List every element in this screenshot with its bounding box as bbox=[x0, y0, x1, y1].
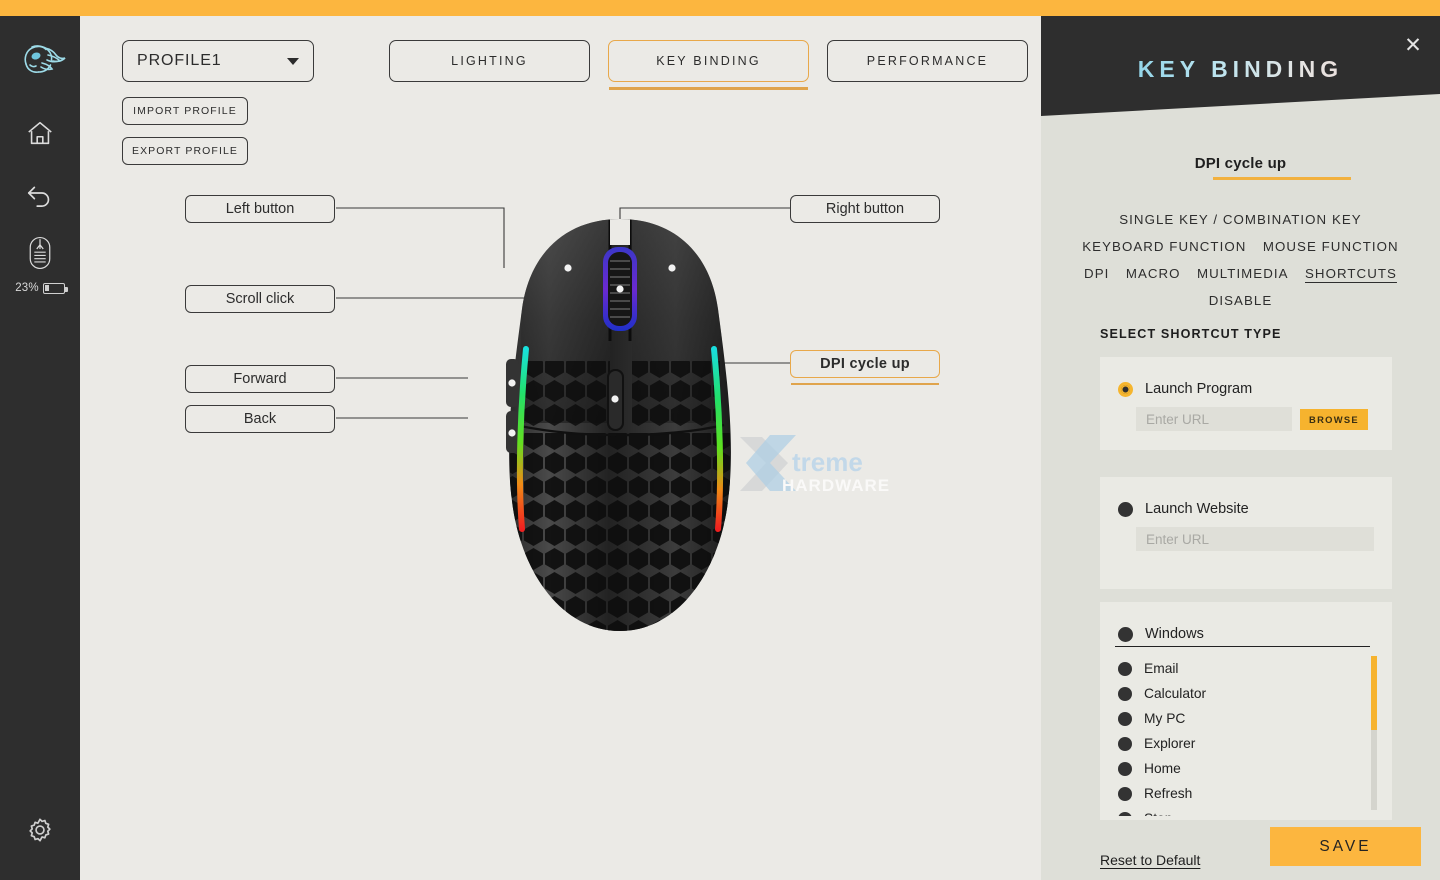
radio-row-launch-program[interactable]: Launch Program bbox=[1100, 357, 1392, 397]
main-workspace: PROFILE1 IMPORT PROFILE EXPORT PROFILE L… bbox=[80, 16, 1041, 880]
mouse-device-icon bbox=[27, 235, 53, 276]
windows-list-scroll-thumb[interactable] bbox=[1371, 656, 1377, 730]
sidebar-item-home[interactable] bbox=[17, 112, 63, 158]
battery-icon bbox=[42, 282, 68, 294]
label-windows: Windows bbox=[1145, 626, 1204, 642]
radio-row-windows[interactable]: Windows bbox=[1100, 602, 1392, 642]
close-icon[interactable]: ✕ bbox=[1400, 32, 1426, 58]
list-item-label: Refresh bbox=[1144, 786, 1193, 801]
windows-list-scrollbar[interactable] bbox=[1371, 656, 1377, 810]
radio-stop[interactable] bbox=[1118, 811, 1132, 816]
gear-icon bbox=[25, 815, 55, 850]
launch-website-url-input[interactable] bbox=[1136, 527, 1374, 551]
list-item[interactable]: Home bbox=[1118, 756, 1374, 781]
list-item-label: My PC bbox=[1144, 711, 1186, 726]
sidebar-item-settings[interactable] bbox=[18, 810, 62, 854]
left-sidebar: 23% bbox=[0, 16, 80, 880]
list-item-label: Calculator bbox=[1144, 686, 1207, 701]
current-binding-name: DPI cycle up bbox=[1194, 155, 1287, 172]
radio-calculator[interactable] bbox=[1118, 686, 1132, 701]
list-item[interactable]: Refresh bbox=[1118, 781, 1374, 806]
radio-row-launch-website[interactable]: Launch Website bbox=[1100, 477, 1392, 517]
brand-logo-icon bbox=[14, 34, 66, 86]
radio-launch-program[interactable] bbox=[1118, 381, 1133, 397]
list-item-label: Stop bbox=[1144, 811, 1172, 816]
sidebar-item-device[interactable] bbox=[17, 232, 63, 278]
battery-indicator: 23% bbox=[15, 282, 68, 294]
callout-right-button[interactable]: Right button bbox=[790, 195, 940, 223]
browse-button[interactable]: BROWSE bbox=[1300, 408, 1368, 430]
option-card-windows: Windows Email Calculator My PC Explorer … bbox=[1100, 602, 1392, 820]
mouse-diagram: treme HARDWARE Left button Scroll click … bbox=[80, 16, 1041, 880]
key-binding-panel: KEY BINDING ✕ DPI cycle up SINGLE KEY / … bbox=[1041, 16, 1440, 880]
callout-left-button[interactable]: Left button bbox=[185, 195, 335, 223]
list-item[interactable]: Email bbox=[1118, 656, 1374, 681]
reset-to-default-link[interactable]: Reset to Default bbox=[1100, 852, 1200, 868]
radio-home[interactable] bbox=[1118, 761, 1132, 776]
option-card-launch-program: Launch Program BROWSE bbox=[1100, 357, 1392, 450]
list-item-label: Home bbox=[1144, 761, 1181, 776]
top-accent-bar bbox=[0, 0, 1440, 16]
radio-email[interactable] bbox=[1118, 661, 1132, 676]
category-disable[interactable]: DISABLE bbox=[1209, 287, 1273, 314]
list-item[interactable]: Stop bbox=[1118, 806, 1374, 816]
category-single-key[interactable]: SINGLE KEY / COMBINATION KEY bbox=[1119, 206, 1361, 233]
app-root: 23% PROFILE1 IMPORT PROFILE EXPORT PROFI… bbox=[0, 0, 1440, 880]
list-item[interactable]: Explorer bbox=[1118, 731, 1374, 756]
category-macro[interactable]: MACRO bbox=[1126, 260, 1181, 287]
label-launch-program: Launch Program bbox=[1145, 381, 1253, 397]
section-label-shortcut-type: SELECT SHORTCUT TYPE bbox=[1100, 327, 1282, 341]
category-multimedia[interactable]: MULTIMEDIA bbox=[1197, 260, 1289, 287]
callout-scroll-click[interactable]: Scroll click bbox=[185, 285, 335, 313]
home-icon bbox=[25, 118, 55, 153]
category-dpi[interactable]: DPI bbox=[1084, 260, 1109, 287]
windows-divider bbox=[1115, 646, 1370, 648]
radio-windows[interactable] bbox=[1118, 626, 1133, 642]
list-item[interactable]: My PC bbox=[1118, 706, 1374, 731]
sidebar-item-undo[interactable] bbox=[17, 172, 63, 218]
callout-dpi-cycle-up[interactable]: DPI cycle up bbox=[790, 350, 940, 385]
mouse-product-image bbox=[460, 211, 780, 641]
callout-forward[interactable]: Forward bbox=[185, 365, 335, 393]
list-item-label: Email bbox=[1144, 661, 1179, 676]
category-shortcuts[interactable]: SHORTCUTS bbox=[1305, 260, 1397, 287]
panel-title: KEY BINDING bbox=[1041, 56, 1440, 83]
list-item[interactable]: Calculator bbox=[1118, 681, 1374, 706]
list-item-label: Explorer bbox=[1144, 736, 1196, 751]
radio-launch-website[interactable] bbox=[1118, 501, 1133, 517]
radio-explorer[interactable] bbox=[1118, 736, 1132, 751]
category-keyboard-function[interactable]: KEYBOARD FUNCTION bbox=[1082, 233, 1246, 260]
current-binding-underline bbox=[1213, 177, 1351, 180]
label-launch-website: Launch Website bbox=[1145, 501, 1249, 517]
option-card-launch-website: Launch Website bbox=[1100, 477, 1392, 589]
battery-percent-label: 23% bbox=[15, 282, 39, 294]
save-button[interactable]: SAVE bbox=[1270, 827, 1421, 866]
callout-back[interactable]: Back bbox=[185, 405, 335, 433]
undo-arrow-icon bbox=[25, 178, 55, 213]
radio-refresh[interactable] bbox=[1118, 786, 1132, 801]
category-list: SINGLE KEY / COMBINATION KEY KEYBOARD FU… bbox=[1051, 206, 1430, 314]
windows-shortcut-list: Email Calculator My PC Explorer Home Ref… bbox=[1118, 656, 1374, 816]
radio-my-pc[interactable] bbox=[1118, 711, 1132, 726]
category-mouse-function[interactable]: MOUSE FUNCTION bbox=[1263, 233, 1399, 260]
launch-program-url-input[interactable] bbox=[1136, 407, 1292, 431]
